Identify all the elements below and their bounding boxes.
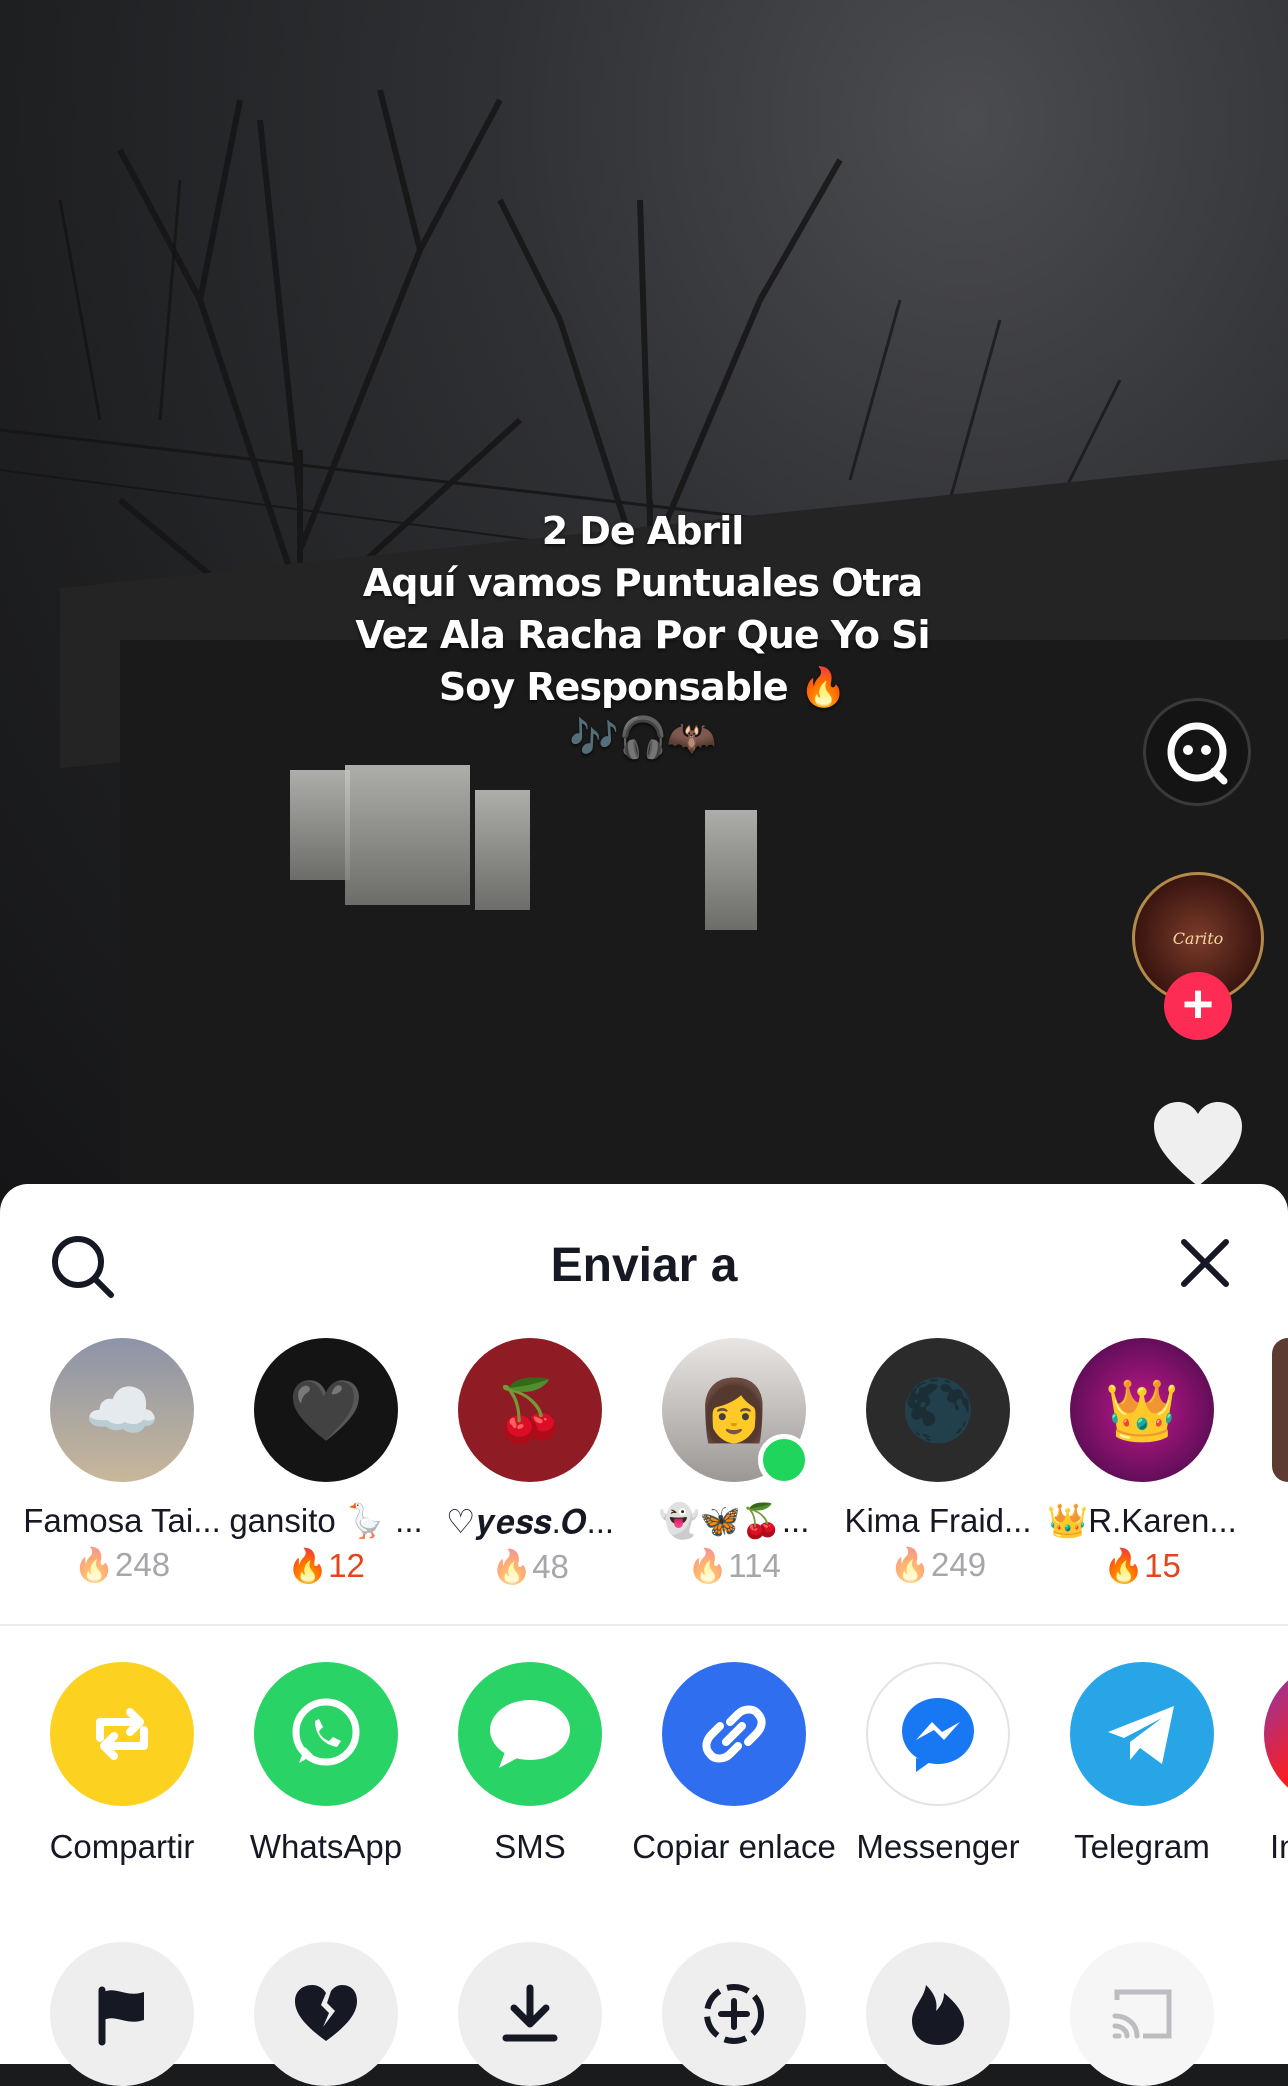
contact-name: 👻🦋🍒... [658, 1502, 810, 1539]
contact-streak: 🔥249 [889, 1546, 987, 1583]
app-label: Compartir [49, 1828, 195, 1865]
streak-flame-icon: 🔥 [1103, 1547, 1145, 1584]
ai-search-icon [1167, 722, 1228, 785]
follow-plus-button[interactable]: + [1164, 972, 1232, 1040]
contact-avatar: 👩 [662, 1338, 810, 1486]
contact-item[interactable]: 👑 👑R.Karen... 🔥15 [1040, 1338, 1244, 1586]
contact-streak: 🔥114 [687, 1547, 781, 1584]
video-player[interactable]: 2 De Abril Aquí vamos Puntuales Otra Vez… [0, 0, 1288, 1200]
contact-item[interactable]: ☁️ Famosa Tai... 🔥248 [20, 1338, 224, 1585]
contact-name: 👑R.Karen... [1047, 1502, 1237, 1539]
messenger-icon [866, 1662, 1010, 1806]
caption-line: Soy Responsable 🔥 [438, 665, 847, 709]
like-heart-icon[interactable] [1152, 1100, 1244, 1190]
share-messenger-button[interactable]: Messenger [836, 1662, 1040, 1865]
app-label: WhatsApp [249, 1828, 403, 1865]
contact-avatar: 🖤 [254, 1338, 398, 1482]
app-label: In [1270, 1828, 1288, 1865]
ai-search-button[interactable] [1143, 698, 1251, 806]
caption-line: 2 De Abril [541, 509, 745, 553]
streak-flame-icon: 🔥 [73, 1546, 116, 1583]
contact-name: Famosa Tai... [23, 1502, 221, 1539]
caption-line: Vez Ala Racha Por Que Yo Si [355, 613, 930, 657]
contact-item[interactable]: 🍒 ♡𝒚𝒆𝒔𝒔.𝑶... 🔥48 [428, 1338, 632, 1587]
whatsapp-icon [254, 1662, 398, 1806]
caption-line: Aquí vamos Puntuales Otra [362, 561, 923, 605]
online-indicator [758, 1434, 810, 1486]
report-button[interactable] [50, 1942, 194, 2086]
streak-flame-icon: 🔥 [687, 1547, 729, 1584]
contacts-row: ☁️ Famosa Tai... 🔥248 🖤 gansito 🪿 ... 🔥1… [0, 1338, 1288, 1585]
contact-streak: 🔥15 [1103, 1547, 1181, 1584]
download-icon [502, 1984, 558, 2042]
contact-item-partial[interactable] [1272, 1338, 1288, 1482]
instagram-icon [1264, 1662, 1288, 1806]
streak-flame-icon: 🔥 [491, 1548, 533, 1585]
share-sms-button[interactable]: SMS [428, 1662, 632, 1865]
flag-icon [98, 1986, 144, 2046]
share-telegram-button[interactable]: Telegram [1040, 1662, 1244, 1865]
download-button[interactable] [458, 1942, 602, 2086]
app-label: SMS [494, 1828, 566, 1865]
app-label: Telegram [1074, 1828, 1210, 1865]
flame-icon [912, 1985, 964, 2045]
contact-item[interactable]: 👩 👻🦋🍒... 🔥114 [632, 1338, 836, 1586]
sheet-title: Enviar a [550, 1239, 738, 1292]
video-caption: 2 De Abril Aquí vamos Puntuales Otra Vez… [320, 505, 965, 763]
creator-avatar-text: Carito [1172, 928, 1224, 948]
contact-name: Kima Fraid... [844, 1502, 1032, 1539]
streak-flame-icon: 🔥 [889, 1546, 932, 1583]
caption-emoji: 🎶🎧🦇 [569, 715, 716, 761]
contact-streak: 🔥248 [73, 1546, 171, 1583]
repost-icon [50, 1662, 194, 1806]
duet-button[interactable] [662, 1942, 806, 2086]
telegram-icon [1070, 1662, 1214, 1806]
share-sheet: Enviar a ☁️ Famosa Tai... 🔥248 🖤 gansito… [0, 1184, 1288, 2086]
divider [0, 1624, 1288, 1626]
contact-avatar: 🍒 [458, 1338, 602, 1482]
app-label: Copiar enlace [632, 1828, 836, 1865]
contact-avatar: 🌑 [866, 1338, 1010, 1482]
window [290, 770, 350, 880]
contact-name: gansito 🪿 ... [229, 1502, 423, 1539]
contact-item[interactable]: 🖤 gansito 🪿 ... 🔥12 [224, 1338, 428, 1586]
share-whatsapp-button[interactable]: WhatsApp [224, 1662, 428, 1865]
contact-streak: 🔥12 [287, 1547, 365, 1584]
duet-icon [704, 1984, 764, 2044]
contact-name: ♡𝒚𝒆𝒔𝒔.𝑶... [445, 1503, 615, 1540]
window [475, 790, 530, 910]
sms-icon [458, 1662, 602, 1806]
window [345, 765, 470, 905]
window [705, 810, 757, 930]
broken-heart-icon [295, 1985, 357, 2041]
promote-button[interactable] [866, 1942, 1010, 2086]
link-icon [662, 1662, 806, 1806]
share-compartir-button[interactable]: Compartir [20, 1662, 224, 1865]
contact-avatar: 👑 [1070, 1338, 1214, 1482]
share-instagram-button[interactable]: In [1264, 1662, 1288, 1892]
not-interested-button[interactable] [254, 1942, 398, 2086]
cast-button[interactable] [1070, 1942, 1214, 2086]
app-label: Messenger [856, 1828, 1020, 1865]
streak-flame-icon: 🔥 [287, 1547, 329, 1584]
cast-icon [1112, 1989, 1172, 2039]
contact-item[interactable]: 🌑 Kima Fraid... 🔥249 [836, 1338, 1040, 1585]
close-icon[interactable] [1178, 1236, 1232, 1290]
contact-avatar: ☁️ [50, 1338, 194, 1482]
contact-streak: 🔥48 [491, 1548, 569, 1585]
share-copy-link-button[interactable]: Copiar enlace [632, 1662, 836, 1865]
